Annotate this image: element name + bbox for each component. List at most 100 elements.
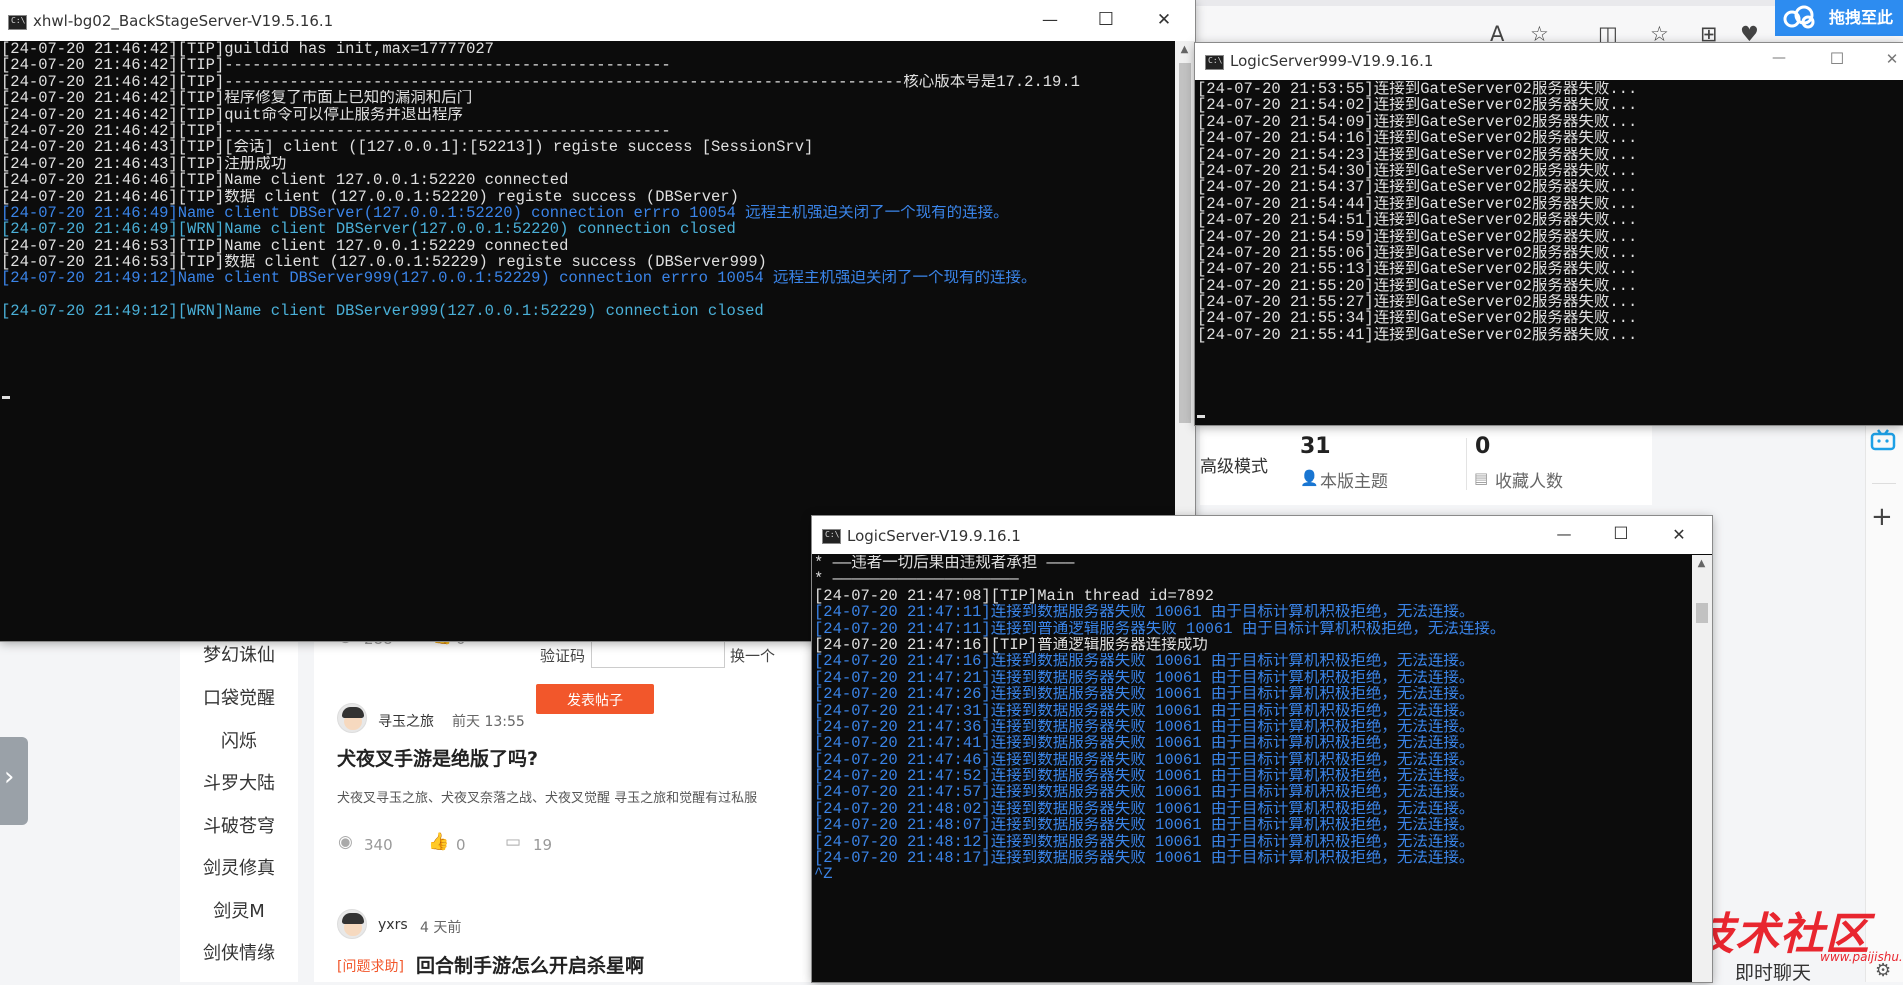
topics-label: 本版主题 [1320,472,1388,492]
console-log-line: [24-07-20 21:55:41]连接到GateServer02服务器失败.… [1197,326,1638,344]
console-log-line: [24-07-20 21:47:21]连接到数据服务器失败 10061 由于目标… [814,669,1475,687]
avatar[interactable] [337,909,367,939]
comment-icon[interactable]: ▭ [505,832,521,852]
nav-item-jianxia-qingyuan[interactable]: 剑侠情缘 [180,939,298,965]
console-icon: C:\ [1205,55,1224,70]
rail-divider [1872,483,1896,484]
captcha-refresh-link[interactable]: 换一个 [730,645,775,666]
maximize-button[interactable]: ☐ [1808,49,1866,68]
post-tag[interactable]: [问题求助] [337,956,404,976]
maximize-button[interactable]: ☐ [1077,9,1135,30]
console-log-line: [24-07-20 21:47:11]连接到普通逻辑服务器失败 10061 由于… [814,620,1506,637]
folder-icon: ▤ [1474,469,1489,487]
post-excerpt: 犬夜叉寻玉之旅、犬夜叉奈落之战、犬夜叉觉醒 寻玉之旅和觉醒有过私服 [337,791,758,806]
post-time: 前天 13:55 [452,714,525,730]
post-time: 4 天前 [420,920,462,936]
maximize-button[interactable]: ☐ [1592,524,1650,544]
scrollbar-thumb[interactable] [1696,603,1708,623]
window-title: LogicServer-V19.9.16.1 [847,527,1021,545]
avatar[interactable] [337,703,367,733]
baidu-drag-label: 拖拽至此 [1829,8,1894,27]
console-log-line: [24-07-20 21:55:27]连接到GateServer02服务器失败.… [1197,294,1638,311]
post-view-count: 340 [364,836,393,854]
console-log-line: [24-07-20 21:46:49][WRN]Name client DBSe… [1,221,736,238]
advanced-mode-link[interactable]: 高级模式 [1200,452,1268,477]
console-log-line: [24-07-20 21:46:42][TIP]程序修复了市面上已知的漏洞和后门 [1,90,473,107]
minimize-button[interactable]: — [1021,10,1079,29]
console-log-line: * ———————————————————— [814,571,1019,588]
console-log-line: [24-07-20 21:55:34]连接到GateServer02服务器失败.… [1197,310,1638,327]
chevron-right-icon: › [4,762,15,792]
console-log-line: [24-07-20 21:47:11]连接到数据服务器失败 10061 由于目标… [814,604,1475,621]
console-log-line: [24-07-20 21:46:43][TIP][会话] client ([12… [1,139,814,156]
console-log-line: [24-07-20 21:46:42][TIP]----------------… [1,57,671,74]
logicserver-console-window[interactable]: C:\ LogicServer-V19.9.16.1 — ☐ ✕ * ——违者一… [812,516,1712,982]
minimize-button[interactable]: — [1535,525,1593,543]
console-log-line: [24-07-20 21:47:26]连接到数据服务器失败 10061 由于目标… [814,686,1475,703]
console-log-line: [24-07-20 21:47:41]连接到数据服务器失败 10061 由于目标… [814,735,1475,752]
console-log-line: [24-07-20 21:55:06]连接到GateServer02服务器失败.… [1197,244,1638,262]
thumbs-up-icon[interactable]: 👍 [428,832,449,852]
close-button[interactable]: ✕ [1650,525,1708,544]
nav-item-jianling-xiuzhen[interactable]: 剑灵修真 [180,854,298,880]
nav-item-shanshuo[interactable]: 闪烁 [180,727,298,753]
nav-item-menghuan-zhuxian[interactable]: 梦幻诛仙 [180,641,298,667]
scroll-up-arrow[interactable]: ▲ [1693,558,1710,569]
nav-item-koudai-juexing[interactable]: 口袋觉醒 [180,684,298,710]
post-title[interactable]: 回合制手游怎么开启杀星啊 [416,951,644,978]
submit-post-button[interactable]: 发表帖子 [536,684,654,714]
console-log-line: [24-07-20 21:54:30]连接到GateServer02服务器失败.… [1197,162,1638,180]
instant-chat-button[interactable]: 即时聊天 [1735,958,1811,985]
favorites-label: 收藏人数 [1495,472,1563,492]
console-log-line: [24-07-20 21:46:46][TIP]Name client 127.… [1,172,569,189]
post-title[interactable]: 犬夜叉手游是绝版了吗? [337,744,538,771]
console-log-line: [24-07-20 21:46:42][TIP]----------------… [1,73,1080,91]
plus-icon[interactable]: + [1871,502,1893,532]
console-icon: C:\ [822,529,841,544]
close-button[interactable]: ✕ [1135,10,1193,30]
captcha-label: 验证码 [540,647,586,665]
console-log-line: [24-07-20 21:49:12]Name client DBServer9… [1,270,1037,287]
console-log-line: [24-07-20 21:48:12]连接到数据服务器失败 10061 由于目标… [814,833,1475,851]
window-titlebar[interactable]: C:\ xhwl-bg02_BackStageServer-V19.5.16.1… [0,0,1195,41]
post-like-count: 0 [456,836,466,854]
topics-count: 31 [1300,434,1331,459]
bilibili-tv-icon[interactable] [1869,428,1897,452]
console-log-line: [24-07-20 21:47:16][TIP]普通逻辑服务器连接成功 [814,636,1208,654]
window-titlebar[interactable]: C:\ LogicServer-V19.9.16.1 — ☐ ✕ [812,516,1712,554]
console-log-line: [24-07-20 21:46:42][TIP]quit命令可以停止服务并退出程… [1,106,463,123]
console-log-line: [24-07-20 21:46:46][TIP]数据 client (127.0… [1,188,739,205]
minimize-button[interactable]: — [1750,50,1808,66]
captcha-input[interactable] [591,638,725,668]
console-cursor [2,396,10,399]
console-log-line: [24-07-20 21:46:49]Name client DBServer(… [1,204,1009,222]
forum-left-nav [180,620,298,982]
console-icon: C:\ [8,15,27,30]
nav-item-douluo-dalu[interactable]: 斗罗大陆 [180,769,298,795]
nav-item-jianling-m[interactable]: 剑灵M [180,897,298,923]
scrollbar-thumb[interactable] [1179,63,1191,423]
console-log-line: [24-07-20 21:46:53][TIP]数据 client (127.0… [1,254,767,271]
console-log-line: [24-07-20 21:55:20]连接到GateServer02服务器失败.… [1197,277,1638,295]
console-log-line: [24-07-20 21:49:12][WRN]Name client DBSe… [1,303,764,320]
logicserver999-console-window[interactable]: C:\ LogicServer999-V19.9.16.1 — ☐ ✕ [24-… [1195,43,1903,425]
console-log-line: [24-07-20 21:54:51]连接到GateServer02服务器失败.… [1197,212,1638,229]
console-log-line: [24-07-20 21:54:09]连接到GateServer02服务器失败.… [1197,113,1638,131]
console-log-line: [24-07-20 21:48:07]连接到数据服务器失败 10061 由于目标… [814,817,1475,834]
console-log-line: [24-07-20 21:54:37]连接到GateServer02服务器失败.… [1197,179,1638,196]
post-author[interactable]: yxrs [378,917,408,933]
console-log-line: [24-07-20 21:47:57]连接到数据服务器失败 10061 由于目标… [814,784,1475,801]
close-button[interactable]: ✕ [1863,50,1903,68]
eye-icon: ◉ [338,832,353,852]
vertical-scrollbar[interactable]: ▲ [1692,555,1712,982]
console-log-line: [24-07-20 21:47:31]连接到数据服务器失败 10061 由于目标… [814,702,1475,719]
scroll-up-arrow[interactable]: ▲ [1176,44,1193,55]
console-log-line: [24-07-20 21:54:02]连接到GateServer02服务器失败.… [1197,97,1638,114]
console-log-line: [24-07-20 21:47:08][TIP]Main thread id=7… [814,587,1214,605]
window-titlebar[interactable]: C:\ LogicServer999-V19.9.16.1 — ☐ ✕ [1195,43,1903,80]
post-author[interactable]: 寻玉之旅 [378,711,434,731]
console-log-line: [24-07-20 21:46:43][TIP]注册成功 [1,155,287,173]
nav-item-doupo-cangqiong[interactable]: 斗破苍穹 [180,812,298,838]
console-log-line: [24-07-20 21:47:46]连接到数据服务器失败 10061 由于目标… [814,751,1475,769]
console-log-line: ^Z [814,866,833,883]
